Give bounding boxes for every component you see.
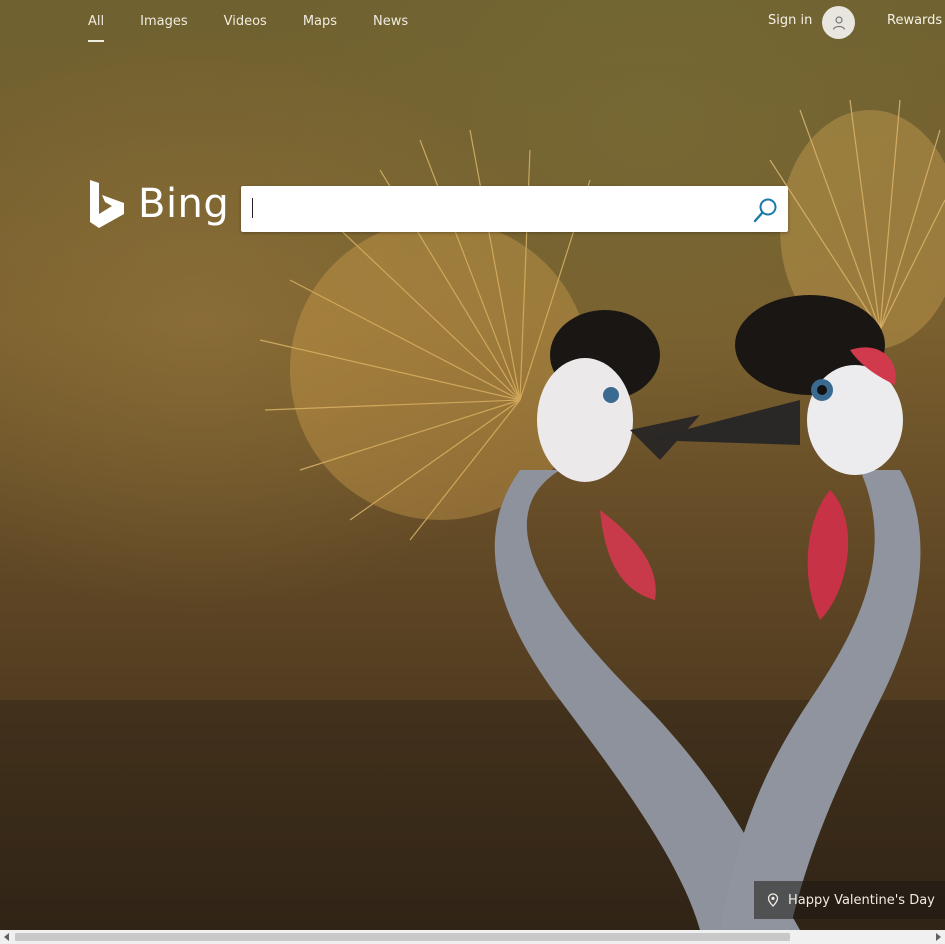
search-input[interactable] [249,194,733,226]
bing-logo-icon [90,180,124,228]
bing-logo[interactable]: Bing [88,178,229,230]
sign-in-link[interactable]: Sign in [768,13,812,28]
scroll-right-icon[interactable] [936,933,941,941]
nav-all[interactable]: All [88,0,105,44]
top-nav: All Images Videos Maps News [88,0,444,44]
search-box [241,186,788,232]
scrollbar-thumb[interactable] [15,933,790,941]
text-caret [252,198,253,218]
user-icon[interactable] [822,6,855,39]
rewards-link[interactable]: Rewards [887,13,942,28]
nav-news[interactable]: News [373,0,408,44]
image-caption[interactable]: Happy Valentine's Day [754,881,945,919]
background-image [0,0,945,930]
crowned-cranes-illustration [0,99,945,930]
logo-text: Bing [138,181,230,227]
nav-images[interactable]: Images [140,0,188,44]
nav-videos[interactable]: Videos [224,0,267,44]
nav-maps[interactable]: Maps [303,0,337,44]
scroll-left-icon[interactable] [4,933,9,941]
caption-text: Happy Valentine's Day [788,892,935,908]
location-pin-icon [767,893,779,907]
search-icon[interactable] [752,196,780,224]
horizontal-scrollbar[interactable] [0,930,945,944]
